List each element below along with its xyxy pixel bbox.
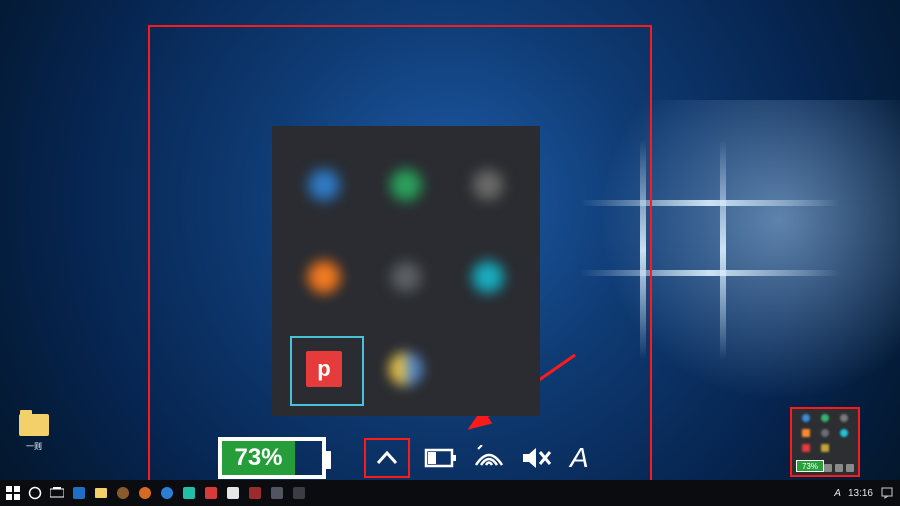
- battery-icon[interactable]: [424, 446, 458, 470]
- wifi-icon[interactable]: [472, 445, 506, 471]
- tray-selection-highlight: [290, 336, 364, 406]
- battery-fill: 73%: [222, 441, 295, 475]
- desktop-folder-label: 一则: [26, 442, 42, 451]
- mini-headset-icon: [840, 429, 848, 437]
- tray-item-empty: [452, 328, 524, 410]
- taskbar-clock[interactable]: 13:16: [848, 488, 873, 499]
- mini-p-app-icon: [802, 444, 810, 452]
- battery-indicator-large[interactable]: 73%: [218, 437, 326, 479]
- taskbar-app-white[interactable]: [226, 486, 240, 500]
- tray-item-orange[interactable]: [288, 236, 360, 318]
- tray-overflow-button[interactable]: [364, 438, 410, 478]
- shield-icon: [389, 352, 423, 386]
- taskbar-app-grey[interactable]: [270, 486, 284, 500]
- volume-muted-icon[interactable]: [520, 445, 554, 471]
- task-view-button[interactable]: [50, 486, 64, 500]
- taskbar-app-grey2[interactable]: [292, 486, 306, 500]
- mini-shield-icon: [821, 444, 829, 452]
- mini-tray-overflow-panel: 73%: [790, 407, 860, 477]
- taskbar-app-explorer[interactable]: [94, 486, 108, 500]
- tray-overflow-panel: p: [272, 126, 540, 416]
- taskbar-app-red[interactable]: [204, 486, 218, 500]
- taskbar-app-edge[interactable]: [72, 486, 86, 500]
- mini-cloud-icon: [840, 414, 848, 422]
- folder-icon: [19, 414, 49, 436]
- chevron-up-icon: [374, 448, 400, 468]
- headset-icon: [471, 260, 505, 294]
- taskbar-app-darkred[interactable]: [248, 486, 262, 500]
- taskbar-app-teal[interactable]: [182, 486, 196, 500]
- mini-globe-icon: [821, 414, 829, 422]
- tray-item-grey[interactable]: [452, 144, 524, 226]
- taskbar-app-orange[interactable]: [138, 486, 152, 500]
- enlarged-tray-row: 73% A: [218, 434, 589, 482]
- tray-item-green[interactable]: [370, 144, 442, 226]
- mini-tray-row: [824, 464, 854, 472]
- cortana-button[interactable]: [28, 486, 42, 500]
- battery-percent-text: 73%: [234, 444, 282, 472]
- tray-item-bluetooth[interactable]: [288, 144, 360, 226]
- mini-bluetooth-icon: [802, 414, 810, 422]
- desktop-folder[interactable]: 一则: [14, 414, 54, 454]
- taskbar-app-brown[interactable]: [116, 486, 130, 500]
- action-center-button[interactable]: [880, 486, 894, 500]
- cloud-icon: [471, 168, 505, 202]
- globe-icon: [389, 168, 423, 202]
- mini-battery-indicator: 73%: [796, 460, 824, 472]
- tray-item-teal[interactable]: [452, 236, 524, 318]
- media-icon: [307, 260, 341, 294]
- tray-item-security[interactable]: [370, 328, 442, 410]
- ime-indicator-large[interactable]: A: [570, 442, 589, 474]
- taskbar: A 13:16: [0, 480, 900, 506]
- mini-media-icon: [802, 429, 810, 437]
- bluetooth-icon: [307, 168, 341, 202]
- start-button[interactable]: [6, 486, 20, 500]
- taskbar-app-blue[interactable]: [160, 486, 174, 500]
- ime-indicator[interactable]: A: [834, 488, 841, 499]
- lock-icon: [389, 260, 423, 294]
- mini-lock-icon: [821, 429, 829, 437]
- tray-item-lock[interactable]: [370, 236, 442, 318]
